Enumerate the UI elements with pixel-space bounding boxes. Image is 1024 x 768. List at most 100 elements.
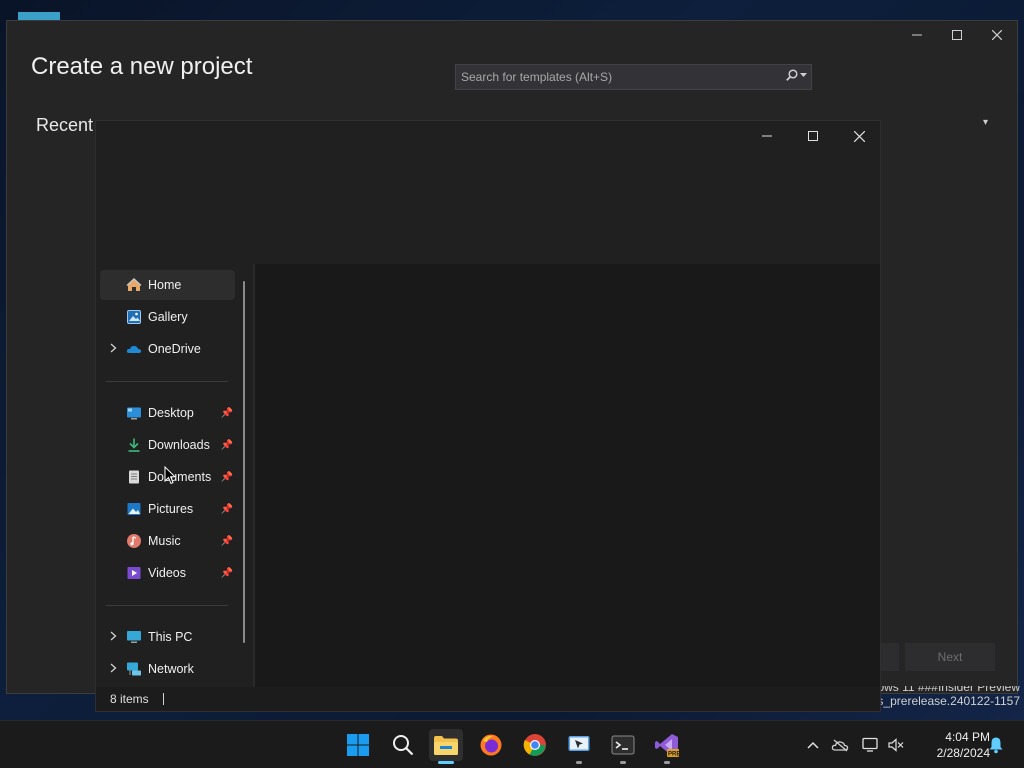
status-divider [162,693,164,705]
firefox-icon [480,734,502,756]
windows-start-icon [347,734,369,756]
explorer-header [96,121,880,264]
explorer-maximize-button[interactable] [790,121,836,151]
pin-icon[interactable]: 📌 [221,440,233,451]
chevron-up-icon[interactable] [802,741,824,749]
pictures-icon [126,501,142,517]
notification-bell-icon[interactable] [988,736,1004,759]
taskbar-remote-app[interactable] [562,729,596,764]
minimize-icon [912,34,922,36]
system-tray [802,721,906,768]
visual-studio-icon: PRE [655,734,680,758]
nav-item-downloads[interactable]: Downloads 📌 [100,430,235,460]
nav-item-videos[interactable]: Videos 📌 [100,558,235,588]
next-button[interactable]: Next [905,643,995,671]
content-pane[interactable] [255,264,880,689]
close-icon [992,30,1002,40]
onedrive-icon [126,341,142,357]
nav-item-label: Documents [148,470,212,484]
taskbar-firefox[interactable] [474,729,508,761]
taskbar-clock[interactable]: 4:04 PM 2/28/2024 [920,729,990,761]
watermark-line1: ows 11 ###Insider Preview [877,686,1020,694]
explorer-close-button[interactable] [836,121,882,151]
taskbar: PRE 4:04 PM 2/28/2024 [0,720,1024,768]
status-bar: 8 items [96,687,880,711]
nav-item-desktop[interactable]: Desktop 📌 [100,398,235,428]
taskbar-search-button[interactable] [386,729,420,761]
maximize-icon [808,131,818,141]
start-button[interactable] [341,729,375,761]
pin-icon[interactable]: 📌 [221,408,233,419]
nav-item-label: Network [148,662,194,676]
pin-icon[interactable]: 📌 [221,472,233,483]
file-explorer-window: Home Gallery OneDrive Desktop 📌 Download… [95,120,881,712]
taskbar-file-explorer[interactable] [429,729,463,764]
chevron-right-icon[interactable] [100,343,126,356]
maximize-icon [952,30,962,40]
gallery-icon [126,309,142,325]
svg-text:PRE: PRE [668,752,680,758]
running-indicator [576,761,582,764]
chevron-right-icon[interactable] [100,663,126,676]
network-icon [126,661,142,677]
nav-item-label: Pictures [148,502,194,516]
back-button[interactable] [881,643,899,671]
search-icon [393,735,414,756]
nav-item-pictures[interactable]: Pictures 📌 [100,494,235,524]
item-count: 8 items [110,692,149,706]
taskbar-visual-studio[interactable]: PRE [650,729,684,764]
vs-minimize-button[interactable] [897,21,937,49]
page-title: Create a new project [31,53,253,80]
nav-item-label: Desktop [148,406,194,420]
nav-divider [106,605,228,606]
home-icon [126,277,142,293]
clock-date: 2/28/2024 [936,746,990,760]
network-status-icon[interactable] [856,737,886,753]
music-icon [126,533,142,549]
watermark-line2: rs_prerelease.240122-1157 [873,694,1020,708]
nav-item-music[interactable]: Music 📌 [100,526,235,556]
mouse-cursor-icon [164,465,177,490]
running-indicator [620,761,626,764]
template-search-input[interactable]: Search for templates (Alt+S) [455,64,812,90]
remote-desktop-icon [568,736,590,751]
nav-item-label: This PC [148,630,193,644]
taskbar-chrome[interactable] [518,729,552,761]
chevron-down-icon [800,72,807,77]
minimize-icon [762,135,772,137]
explorer-minimize-button[interactable] [744,121,790,151]
volume-muted-icon[interactable] [886,738,906,752]
pin-icon[interactable]: 📌 [221,568,233,579]
chevron-right-icon[interactable] [100,631,126,644]
close-icon [853,130,865,142]
nav-item-label: OneDrive [148,342,201,356]
nav-item-home[interactable]: Home [100,270,235,300]
vs-close-button[interactable] [977,21,1017,49]
vs-maximize-button[interactable] [937,21,977,49]
vs-window-controls [897,21,1017,49]
this-pc-icon [126,629,142,645]
chevron-down-icon[interactable]: ▾ [983,117,988,128]
search-placeholder: Search for templates (Alt+S) [461,70,613,84]
nav-item-label: Downloads [148,438,210,452]
nav-item-label: Home [148,278,182,292]
explorer-body: Home Gallery OneDrive Desktop 📌 Download… [96,264,880,689]
documents-icon [126,469,142,485]
build-watermark: ows 11 ###Insider Preview rs_prerelease.… [873,686,1020,709]
clock-time: 4:04 PM [945,730,990,744]
pin-icon[interactable]: 📌 [221,504,233,515]
nav-item-gallery[interactable]: Gallery [100,302,235,332]
nav-scrollbar[interactable] [243,281,245,643]
nav-item-label: Gallery [148,310,188,324]
taskbar-terminal[interactable] [606,729,640,764]
nav-item-onedrive[interactable]: OneDrive [100,334,235,364]
active-indicator [438,761,454,764]
onedrive-offline-icon[interactable] [824,738,856,752]
nav-item-network[interactable]: Network [100,654,235,684]
search-icon[interactable] [786,69,807,81]
pin-icon[interactable]: 📌 [221,536,233,547]
nav-item-this-pc[interactable]: This PC [100,622,235,652]
explorer-window-controls [744,121,882,151]
folder-icon [434,736,458,755]
running-indicator [664,761,670,764]
